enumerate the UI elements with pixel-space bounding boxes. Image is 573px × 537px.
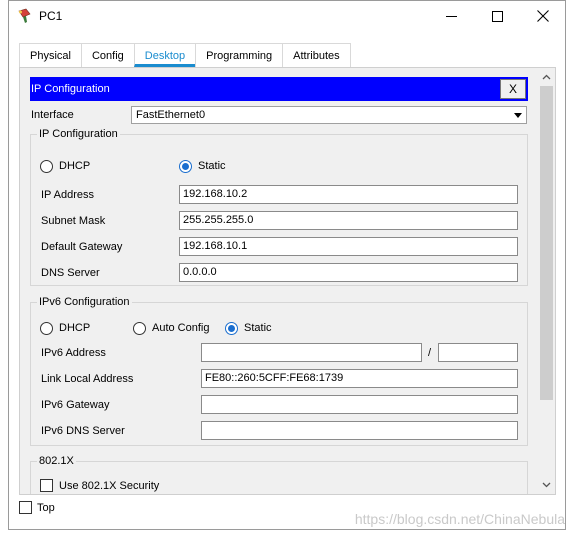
ipv6-gateway-field[interactable] (201, 395, 518, 414)
interface-select-value: FastEthernet0 (136, 109, 206, 121)
tab-attributes[interactable]: Attributes (282, 43, 351, 67)
interface-label: Interface (31, 109, 74, 121)
close-icon (537, 10, 549, 22)
window-title: PC1 (39, 9, 63, 23)
ipv4-static-label: Static (198, 160, 226, 172)
prefix-separator: / (428, 347, 432, 359)
ipv6-address-label: IPv6 Address (41, 347, 106, 359)
ipv4-static-radio[interactable] (179, 160, 192, 173)
close-window-button[interactable] (520, 1, 566, 31)
vertical-scrollbar[interactable] (538, 68, 555, 494)
default-gateway-label: Default Gateway (41, 241, 123, 253)
ip-configuration-header: IP Configuration X (30, 77, 528, 101)
maximize-icon (491, 10, 503, 22)
default-gateway-field[interactable]: 192.168.10.1 (179, 237, 518, 256)
pc1-window: PC1 Physical Config Desktop Programming … (8, 0, 566, 530)
app-icon (18, 8, 31, 23)
use-8021x-security-label: Use 802.1X Security (59, 480, 160, 492)
ipv6-dhcp-radio[interactable] (40, 322, 53, 335)
title-bar[interactable]: PC1 (9, 1, 565, 31)
dns-server-label: DNS Server (41, 267, 100, 279)
ipv6-config-title: IPv6 Configuration (37, 296, 132, 308)
ipv6-auto-config-label: Auto Config (152, 322, 210, 334)
subnet-mask-field[interactable]: 255.255.255.0 (179, 211, 518, 230)
scroll-down-icon[interactable] (542, 480, 551, 489)
ipv4-dhcp-label: DHCP (59, 160, 91, 172)
chevron-down-icon (514, 113, 522, 118)
ipv6-static-radio[interactable] (225, 322, 238, 335)
link-local-address-label: Link Local Address (41, 373, 134, 385)
top-label: Top (37, 502, 55, 514)
tab-config[interactable]: Config (80, 43, 135, 67)
use-8021x-security-checkbox[interactable] (40, 479, 53, 492)
tab-desktop[interactable]: Desktop (133, 43, 197, 67)
ipv4-config-title: IP Configuration (37, 128, 120, 140)
link-local-address-field[interactable]: FE80::260:5CFF:FE68:1739 (201, 369, 518, 388)
ipv6-address-field[interactable] (201, 343, 422, 362)
ipv6-dns-server-label: IPv6 DNS Server (41, 425, 125, 437)
dot1x-title: 802.1X (37, 455, 76, 467)
tab-physical[interactable]: Physical (19, 43, 82, 67)
ip-configuration-header-label: IP Configuration (31, 83, 110, 95)
tab-bar: Physical Config Desktop Programming Attr… (19, 43, 351, 67)
subnet-mask-label: Subnet Mask (41, 215, 106, 227)
ip-configuration-panel: IP Configuration X Interface FastEtherne… (20, 68, 538, 494)
ipv6-prefix-length-field[interactable] (438, 343, 518, 362)
ipv6-dhcp-label: DHCP (59, 322, 91, 334)
minimize-button[interactable] (428, 1, 474, 31)
watermark: https://blog.csdn.net/ChinaNebula (354, 511, 565, 527)
scroll-up-icon[interactable] (542, 73, 551, 82)
ip-address-label: IP Address (41, 189, 94, 201)
ipv6-static-label: Static (244, 322, 272, 334)
top-checkbox[interactable] (19, 501, 32, 514)
ipv6-dns-server-field[interactable] (201, 421, 518, 440)
tab-programming[interactable]: Programming (195, 43, 284, 67)
ipv6-auto-config-radio[interactable] (133, 322, 146, 335)
ipv4-dhcp-radio[interactable] (40, 160, 53, 173)
ipv6-gateway-label: IPv6 Gateway (41, 399, 110, 411)
close-panel-button[interactable]: X (500, 79, 526, 99)
ip-address-field[interactable]: 192.168.10.2 (179, 185, 518, 204)
interface-select[interactable]: FastEthernet0 (131, 106, 527, 124)
desktop-content: IP Configuration X Interface FastEtherne… (19, 67, 556, 495)
scrollbar-thumb[interactable] (540, 86, 553, 400)
minimize-icon (445, 15, 457, 17)
dns-server-field[interactable]: 0.0.0.0 (179, 263, 518, 282)
maximize-button[interactable] (474, 1, 520, 31)
